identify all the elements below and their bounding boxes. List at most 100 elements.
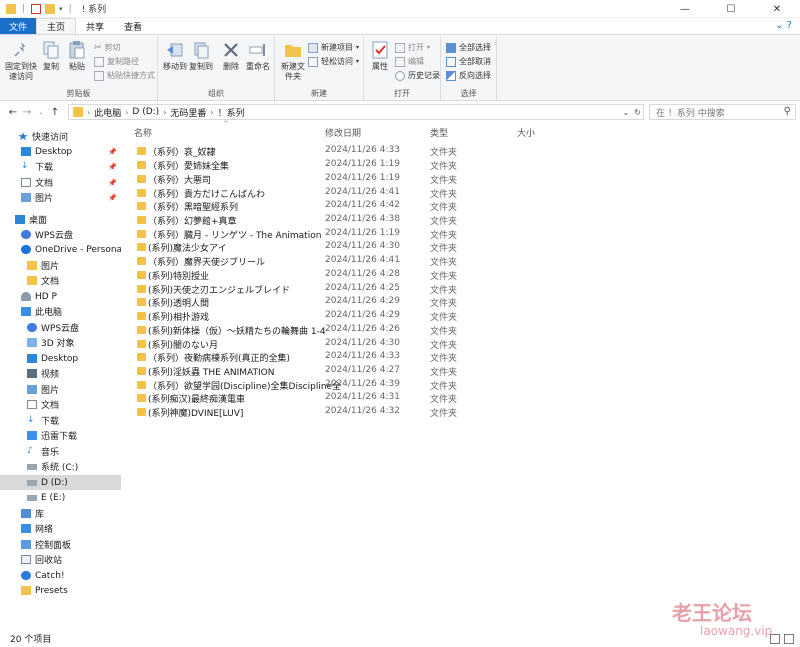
- nav-presets[interactable]: Presets: [0, 583, 121, 598]
- table-row[interactable]: （系列）臓月 - リンゲツ - The Animation 2024/11/26 …: [134, 227, 794, 241]
- properties-button[interactable]: 属性: [367, 40, 393, 72]
- minimize-button[interactable]: —: [662, 0, 708, 18]
- tab-home[interactable]: 主页: [36, 18, 77, 34]
- nav-3d-objects[interactable]: 3D 对象: [0, 335, 121, 350]
- crumb-drive-d[interactable]: D (D:): [132, 107, 159, 117]
- cut-button[interactable]: ✂ 剪切: [94, 42, 121, 53]
- nav-pictures[interactable]: 图片 📌: [0, 190, 121, 205]
- address-bar[interactable]: › 此电脑 › D (D:) › 无码里番 › ！系列 ⌄ ↻: [68, 104, 644, 120]
- pin-quick-access-button[interactable]: 固定到快速访问: [4, 40, 38, 82]
- table-row[interactable]: （系列）魔界天使ジブリール 2024/11/26 4:41 文件夹: [134, 254, 794, 268]
- nav-thunder-downloads[interactable]: 迅雷下载: [0, 428, 121, 443]
- nav-pc-downloads[interactable]: ↓ 下载: [0, 413, 121, 428]
- nav-drive-d[interactable]: D (D:): [0, 475, 121, 490]
- nav-drive-e[interactable]: E (E:): [0, 490, 121, 505]
- nav-drive-c[interactable]: 系统 (C:): [0, 459, 121, 474]
- invert-selection-button[interactable]: 反向选择: [446, 70, 491, 81]
- table-row[interactable]: (系列)闇のない月 2024/11/26 4:30 文件夹: [134, 337, 794, 351]
- select-none-button[interactable]: 全部取消: [446, 56, 491, 67]
- nav-pc-wps-cloud[interactable]: WPS云盘: [0, 320, 121, 335]
- new-folder-button[interactable]: 新建文件夹: [278, 40, 308, 82]
- table-row[interactable]: （系列）欲望学园(Discipline)全集Discipline全 2024/11…: [134, 378, 794, 392]
- paste-button[interactable]: 粘贴: [66, 40, 88, 72]
- table-row[interactable]: （系列）貴方だけこんばんわ 2024/11/26 4:41 文件夹: [134, 186, 794, 200]
- paste-shortcut-button[interactable]: 粘贴快捷方式: [94, 70, 155, 81]
- open-button[interactable]: 打开 ▾: [395, 42, 430, 53]
- column-header-size[interactable]: 大小: [517, 126, 535, 139]
- table-row[interactable]: (系列痴汉)最終痴漢電車 2024/11/26 4:31 文件夹: [134, 391, 794, 405]
- tab-file[interactable]: 文件: [0, 18, 36, 34]
- copy-path-button[interactable]: 复制路径: [94, 56, 139, 67]
- table-row[interactable]: (系列神魔)DVINE[LUV] 2024/11/26 4:32 文件夹: [134, 405, 794, 419]
- tab-share[interactable]: 共享: [76, 18, 114, 34]
- nav-music[interactable]: ♪ 音乐: [0, 444, 121, 459]
- folder-icon: [27, 276, 37, 285]
- delete-button[interactable]: 删除: [220, 40, 242, 72]
- nav-user-hdp[interactable]: HD P: [0, 289, 121, 304]
- recent-locations-icon[interactable]: ⌄: [34, 108, 48, 116]
- back-arrow-icon[interactable]: ←: [6, 107, 20, 118]
- folder-icon: [137, 408, 146, 416]
- select-all-button[interactable]: 全部选择: [446, 42, 491, 53]
- tab-view[interactable]: 查看: [114, 18, 152, 34]
- table-row[interactable]: （系列）夜勤病棟系列(真正的全集) 2024/11/26 4:33 文件夹: [134, 350, 794, 364]
- table-row[interactable]: （系列）愛姉妹全集 2024/11/26 1:19 文件夹: [134, 158, 794, 172]
- column-header-date[interactable]: 修改日期: [325, 126, 361, 139]
- table-row[interactable]: (系列)相扑游戏 2024/11/26 4:29 文件夹: [134, 309, 794, 323]
- nav-pc-pictures[interactable]: 图片: [0, 382, 121, 397]
- table-row[interactable]: (系列)特別授业 2024/11/26 4:28 文件夹: [134, 268, 794, 282]
- up-arrow-icon[interactable]: ↑: [48, 107, 62, 118]
- properties-quick-icon[interactable]: [31, 3, 42, 14]
- crumb-current-folder[interactable]: ！系列: [218, 106, 245, 119]
- refresh-icon[interactable]: ⌄ ↻: [623, 108, 642, 117]
- nav-this-pc[interactable]: 此电脑: [0, 304, 121, 319]
- column-header-type[interactable]: 类型: [430, 126, 448, 139]
- table-row[interactable]: (系列)天使之刃エンジェルブレイド 2024/11/26 4:25 文件夹: [134, 282, 794, 296]
- nav-downloads[interactable]: ↓ 下载 📌: [0, 159, 121, 174]
- nav-quick-access[interactable]: 快速访问: [0, 129, 121, 144]
- move-to-button[interactable]: 移动到: [162, 40, 188, 72]
- table-row[interactable]: (系列)淫妖蟲 THE ANIMATION 2024/11/26 4:27 文件夹: [134, 364, 794, 378]
- table-row[interactable]: （系列）大悪司 2024/11/26 1:19 文件夹: [134, 172, 794, 186]
- close-button[interactable]: ✕: [754, 0, 800, 18]
- crumb-parent-folder[interactable]: 无码里番: [170, 106, 206, 119]
- nav-onedrive[interactable]: OneDrive - Personal: [0, 242, 125, 257]
- rename-button[interactable]: 重命名: [244, 40, 272, 72]
- new-item-button[interactable]: 新建项目 ▾: [308, 42, 359, 53]
- quick-access-dropdown-icon[interactable]: ▾: [59, 5, 63, 13]
- table-row[interactable]: (系列)新体操（仮）～妖精たちの輪舞曲 1-4 2024/11/26 4:26 文件…: [134, 323, 794, 337]
- copy-to-button[interactable]: 复制到: [188, 40, 214, 72]
- history-button[interactable]: 历史记录: [395, 70, 440, 81]
- nav-pc-documents[interactable]: 文档: [0, 397, 121, 412]
- crumb-this-pc[interactable]: 此电脑: [94, 106, 121, 119]
- nav-libraries[interactable]: 库: [0, 506, 121, 521]
- maximize-button[interactable]: ☐: [708, 0, 754, 18]
- nav-wps-cloud[interactable]: WPS云盘: [0, 227, 121, 242]
- nav-control-panel[interactable]: 控制面板: [0, 537, 121, 552]
- file-type: 文件夹: [430, 258, 458, 268]
- forward-arrow-icon[interactable]: →: [20, 107, 34, 118]
- nav-onedrive-documents[interactable]: 文档: [0, 273, 121, 288]
- nav-recycle-bin[interactable]: 回收站: [0, 552, 121, 567]
- table-row[interactable]: （系列）黑暗聖經系列 2024/11/26 4:42 文件夹: [134, 199, 794, 213]
- table-row[interactable]: （系列）哀_奴隷 2024/11/26 4:33 文件夹: [134, 144, 794, 158]
- edit-button[interactable]: 编辑: [395, 56, 424, 67]
- nav-onedrive-pictures[interactable]: 图片: [0, 258, 121, 273]
- nav-documents[interactable]: 文档 📌: [0, 175, 121, 190]
- search-input[interactable]: 在 ！系列 中搜索 ⚲: [649, 104, 796, 120]
- nav-desktop[interactable]: Desktop 📌: [0, 144, 121, 159]
- easy-access-button[interactable]: 轻松访问 ▾: [308, 56, 359, 67]
- nav-network[interactable]: 网络: [0, 521, 121, 536]
- help-icon[interactable]: ⌄ ?: [775, 20, 792, 31]
- nav-pc-desktop[interactable]: Desktop: [0, 351, 121, 366]
- nav-videos[interactable]: 视频: [0, 366, 121, 381]
- nav-desktop-root[interactable]: 桌面: [0, 212, 121, 227]
- table-row[interactable]: （系列）幻夢館+真章 2024/11/26 4:38 文件夹: [134, 213, 794, 227]
- nav-catch[interactable]: Catch!: [0, 568, 121, 583]
- table-row[interactable]: (系列)透明人間 2024/11/26 4:29 文件夹: [134, 295, 794, 309]
- copy-button[interactable]: 复制: [40, 40, 62, 72]
- table-row[interactable]: (系列)魔法少女アイ 2024/11/26 4:30 文件夹: [134, 240, 794, 254]
- new-folder-quick-icon[interactable]: [45, 3, 56, 14]
- large-icons-view-icon[interactable]: [784, 634, 794, 644]
- column-header-name[interactable]: 名称: [134, 126, 152, 139]
